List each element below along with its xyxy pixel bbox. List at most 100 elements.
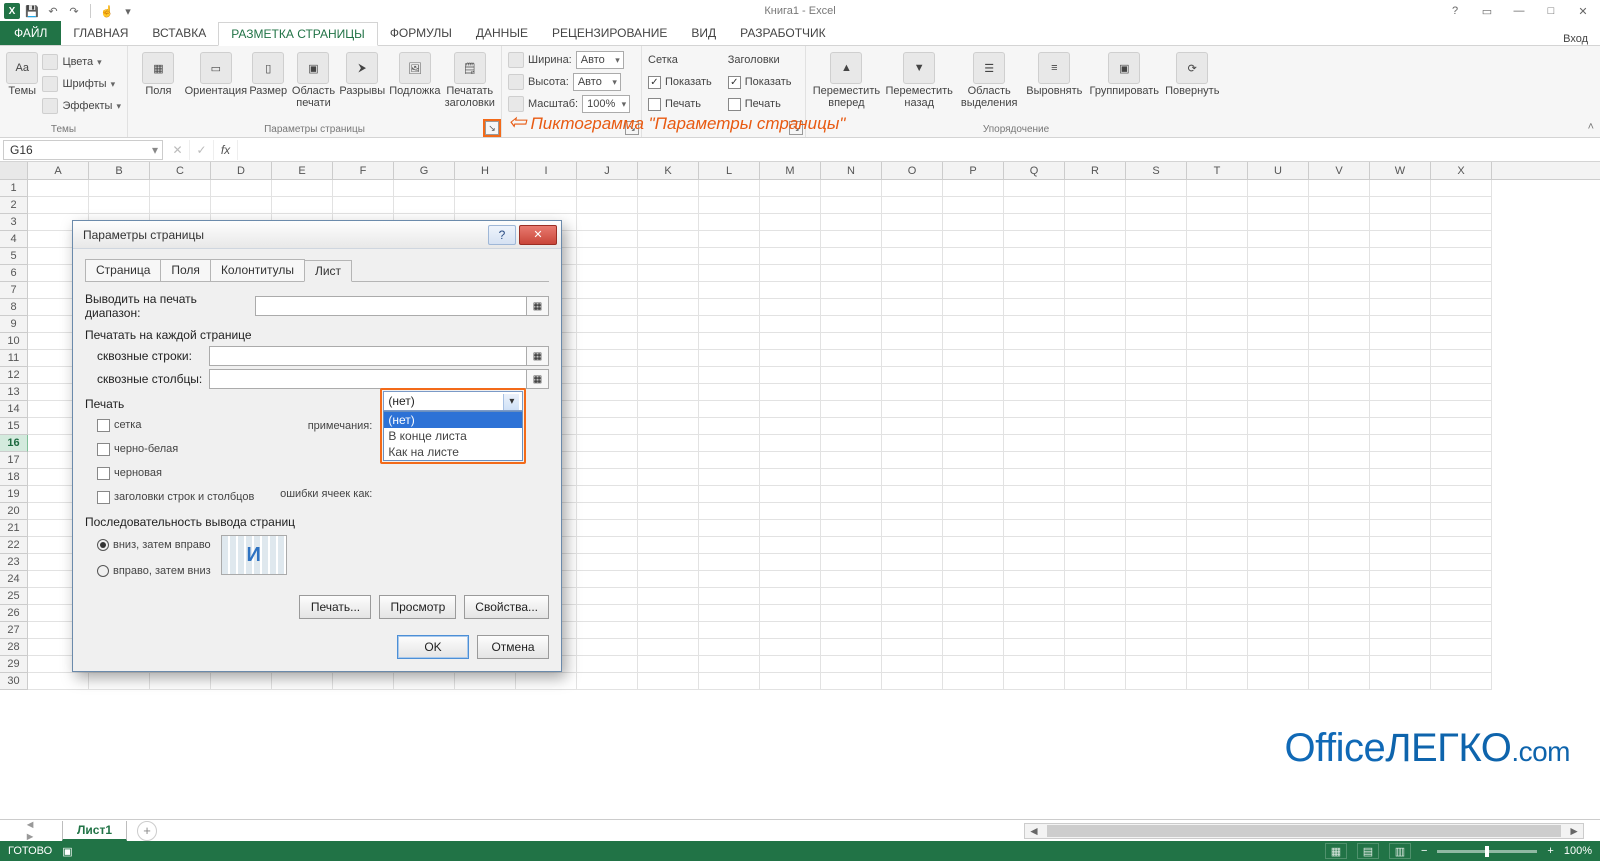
select-all-corner[interactable] [0, 162, 28, 179]
cell[interactable] [1126, 673, 1187, 690]
cell[interactable] [1126, 197, 1187, 214]
cell[interactable] [1431, 265, 1492, 282]
cell[interactable] [1065, 418, 1126, 435]
cell[interactable] [333, 180, 394, 197]
cell[interactable] [1126, 486, 1187, 503]
column-header[interactable]: V [1309, 162, 1370, 179]
cell[interactable] [760, 588, 821, 605]
scroll-thumb[interactable] [1047, 825, 1561, 837]
cell[interactable] [577, 486, 638, 503]
dialog-options-button[interactable]: Свойства... [464, 595, 549, 619]
cell[interactable] [1126, 248, 1187, 265]
cell[interactable] [1370, 350, 1431, 367]
colors-button[interactable]: Цвета▾ [42, 52, 121, 72]
cell[interactable] [1431, 469, 1492, 486]
cell[interactable] [1004, 503, 1065, 520]
cell[interactable] [943, 571, 1004, 588]
cell[interactable] [699, 316, 760, 333]
cell[interactable] [760, 418, 821, 435]
cell[interactable] [699, 452, 760, 469]
cell[interactable] [1370, 248, 1431, 265]
cell[interactable] [699, 605, 760, 622]
cell[interactable] [882, 401, 943, 418]
cell[interactable] [1370, 571, 1431, 588]
cell[interactable] [394, 197, 455, 214]
cell[interactable] [638, 282, 699, 299]
cell[interactable] [882, 656, 943, 673]
row-header[interactable]: 10 [0, 333, 28, 350]
add-sheet-icon[interactable]: + [137, 821, 157, 841]
cell[interactable] [699, 180, 760, 197]
cell[interactable] [1248, 605, 1309, 622]
headings-show-check[interactable]: ✓Показать [728, 72, 792, 92]
cell[interactable] [699, 384, 760, 401]
column-header[interactable]: I [516, 162, 577, 179]
cell[interactable] [1004, 367, 1065, 384]
cell[interactable] [577, 520, 638, 537]
cell[interactable] [943, 367, 1004, 384]
send-backward-button[interactable]: ▼Переместить назад [885, 50, 954, 109]
cell[interactable] [699, 367, 760, 384]
cell[interactable] [882, 537, 943, 554]
cell[interactable] [821, 384, 882, 401]
cell[interactable] [760, 401, 821, 418]
cell[interactable] [821, 367, 882, 384]
comments-option-asis[interactable]: Как на листе [384, 444, 522, 460]
cell[interactable] [1065, 503, 1126, 520]
print-area-input[interactable] [255, 296, 527, 316]
cell[interactable] [943, 197, 1004, 214]
row-header[interactable]: 3 [0, 214, 28, 231]
cell[interactable] [821, 248, 882, 265]
cell[interactable] [577, 384, 638, 401]
cell[interactable] [760, 554, 821, 571]
cell[interactable] [943, 350, 1004, 367]
cell[interactable] [1370, 265, 1431, 282]
cell[interactable] [699, 435, 760, 452]
sheet-nav-icons[interactable]: ◄ ► [0, 819, 32, 843]
row-header[interactable]: 25 [0, 588, 28, 605]
column-header[interactable]: F [333, 162, 394, 179]
cell[interactable] [638, 401, 699, 418]
cell[interactable] [821, 299, 882, 316]
cell[interactable] [272, 673, 333, 690]
cell[interactable] [1004, 248, 1065, 265]
bring-forward-button[interactable]: ▲Переместить вперед [812, 50, 881, 109]
cell[interactable] [1187, 537, 1248, 554]
cell[interactable] [882, 673, 943, 690]
cell[interactable] [882, 316, 943, 333]
dialog-tab-margins[interactable]: Поля [160, 259, 211, 281]
cell[interactable] [577, 656, 638, 673]
qat-more-icon[interactable]: ▾ [119, 2, 137, 20]
print-area-button[interactable]: ▣Область печати [292, 50, 336, 109]
cell[interactable] [638, 384, 699, 401]
cell[interactable] [1248, 282, 1309, 299]
row-header[interactable]: 8 [0, 299, 28, 316]
cell[interactable] [1126, 282, 1187, 299]
comments-option-none[interactable]: (нет) [384, 412, 522, 428]
cell[interactable] [516, 197, 577, 214]
cell[interactable] [943, 333, 1004, 350]
cell[interactable] [1370, 333, 1431, 350]
cell[interactable] [577, 571, 638, 588]
cell[interactable] [1126, 639, 1187, 656]
cell[interactable] [821, 231, 882, 248]
cell[interactable] [577, 367, 638, 384]
cell[interactable] [1248, 180, 1309, 197]
cell[interactable] [1187, 639, 1248, 656]
cell[interactable] [882, 248, 943, 265]
cell[interactable] [821, 282, 882, 299]
cell[interactable] [1065, 469, 1126, 486]
cell[interactable] [882, 554, 943, 571]
cell[interactable] [943, 418, 1004, 435]
cell[interactable] [577, 554, 638, 571]
cell[interactable] [1065, 231, 1126, 248]
cell[interactable] [699, 214, 760, 231]
cell[interactable] [1004, 316, 1065, 333]
cell[interactable] [455, 180, 516, 197]
cell[interactable] [882, 384, 943, 401]
column-header[interactable]: H [455, 162, 516, 179]
cell[interactable] [760, 622, 821, 639]
cell[interactable] [577, 214, 638, 231]
row-header[interactable]: 7 [0, 282, 28, 299]
cell[interactable] [1004, 282, 1065, 299]
